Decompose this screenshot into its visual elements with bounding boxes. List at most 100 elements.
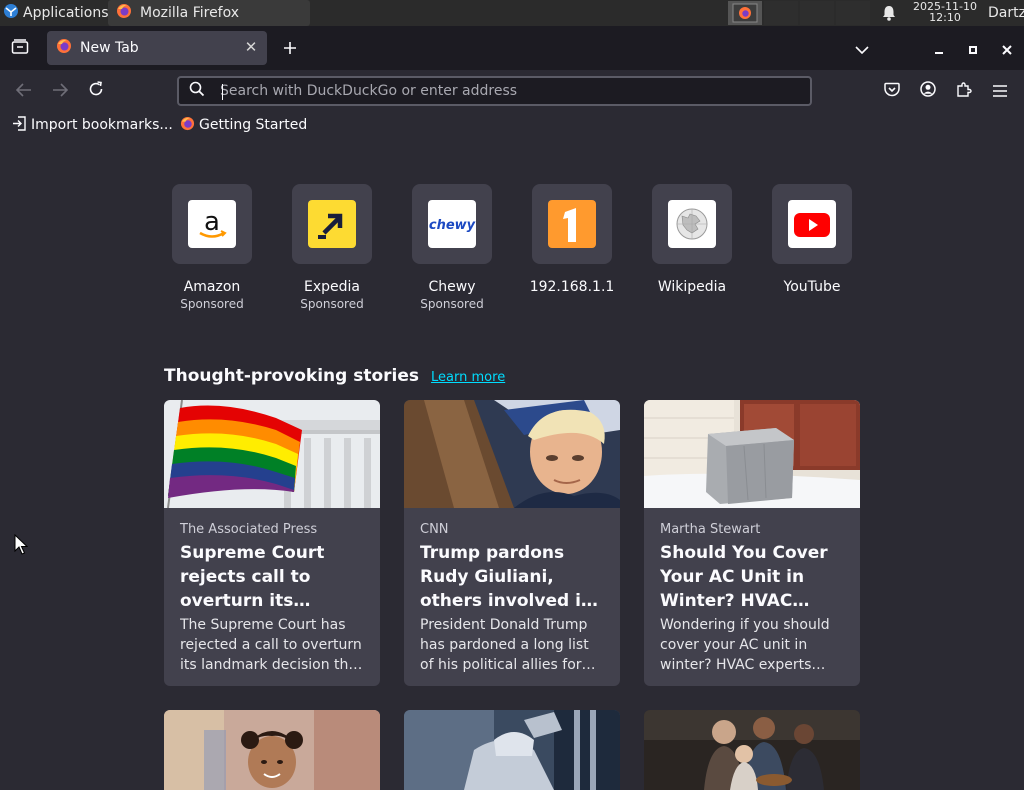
story-card[interactable] xyxy=(644,710,860,790)
hamburger-menu-icon xyxy=(993,82,1007,101)
tile-box xyxy=(652,184,732,264)
arrow-left-icon xyxy=(15,82,32,101)
reload-button[interactable] xyxy=(86,81,106,101)
svg-text:chewy: chewy xyxy=(429,218,476,233)
story-image-people xyxy=(644,710,860,790)
new-tab-button[interactable] xyxy=(280,38,300,58)
close-window-button[interactable] xyxy=(998,40,1016,58)
tab-title: New Tab xyxy=(80,40,139,56)
top-site-wikipedia[interactable]: Wikipedia xyxy=(652,184,732,295)
bookmark-import[interactable]: Import bookmarks... xyxy=(12,115,173,135)
applications-menu[interactable]: Applications xyxy=(0,0,109,26)
firefox-icon xyxy=(116,3,132,23)
reload-icon xyxy=(88,81,104,101)
bookmark-label: Import bookmarks... xyxy=(31,117,173,133)
close-icon xyxy=(1002,40,1012,59)
bookmark-getting-started[interactable]: Getting Started xyxy=(180,115,307,135)
new-tab-page: a Amazon Sponsored Expedia Sponsored che… xyxy=(0,138,1024,790)
extensions-button[interactable] xyxy=(954,81,974,101)
story-card[interactable]: Martha Stewart Should You Cover Your AC … xyxy=(644,400,860,686)
minimize-button[interactable] xyxy=(930,40,948,58)
chevron-down-icon xyxy=(855,39,869,58)
import-icon xyxy=(12,115,27,135)
firefox-icon xyxy=(180,116,195,135)
account-button[interactable] xyxy=(918,81,938,101)
close-tab-icon[interactable]: ✕ xyxy=(243,39,259,55)
bookmark-label: Getting Started xyxy=(199,117,308,133)
clock-time: 12:10 xyxy=(929,11,961,24)
notification-bell-icon[interactable] xyxy=(881,4,897,26)
firefox-view-icon xyxy=(11,39,29,59)
wikipedia-logo-icon xyxy=(668,200,716,248)
list-all-tabs-button[interactable] xyxy=(852,40,872,56)
taskbar-button-firefox[interactable]: Mozilla Firefox xyxy=(108,0,310,26)
top-site-chewy[interactable]: chewy Chewy Sponsored xyxy=(412,184,492,311)
tab-new-tab[interactable]: New Tab ✕ xyxy=(47,31,267,65)
amazon-logo-icon: a xyxy=(188,200,236,248)
story-card[interactable] xyxy=(404,710,620,790)
top-site-expedia[interactable]: Expedia Sponsored xyxy=(292,184,372,311)
system-panel: Applications ⋮ Mozilla Firefox 2025-11-1… xyxy=(0,0,1024,26)
tile-label: Chewy xyxy=(428,279,476,295)
story-description: The Supreme Court has rejected a call to… xyxy=(180,617,363,673)
clock[interactable]: 2025-11-10 12:10 xyxy=(910,1,980,23)
top-site-youtube[interactable]: YouTube xyxy=(772,184,852,295)
story-image-child xyxy=(164,710,380,790)
plus-icon xyxy=(283,36,297,60)
workspace-1[interactable] xyxy=(728,1,762,25)
search-icon xyxy=(189,81,205,101)
workspace-3[interactable] xyxy=(800,1,834,25)
story-description: President Donald Trump has pardoned a lo… xyxy=(420,617,596,673)
workspace-4[interactable] xyxy=(836,1,870,25)
tile-sponsored-label: Sponsored xyxy=(420,297,484,311)
app-menu-button[interactable] xyxy=(990,81,1010,101)
firefox-view-button[interactable] xyxy=(8,38,32,60)
navigation-toolbar xyxy=(0,70,1024,112)
maximize-icon xyxy=(968,40,978,59)
user-menu[interactable]: Dartz xyxy=(988,5,1024,21)
mouse-pointer-icon xyxy=(14,533,29,560)
stories-header: Thought-provoking stories Learn more xyxy=(164,366,505,386)
tile-label: YouTube xyxy=(783,279,841,295)
arrow-right-icon xyxy=(52,82,69,101)
story-image-ac-unit xyxy=(644,400,860,508)
tile-label: Expedia xyxy=(304,279,360,295)
story-source: CNN xyxy=(420,522,449,537)
maximize-button[interactable] xyxy=(964,40,982,58)
pocket-icon xyxy=(884,82,900,101)
stories-heading: Thought-provoking stories xyxy=(164,366,420,386)
bookmarks-toolbar: Import bookmarks... Getting Started xyxy=(0,112,1024,138)
top-site-amazon[interactable]: a Amazon Sponsored xyxy=(172,184,252,311)
url-input[interactable] xyxy=(218,82,810,100)
minimize-icon xyxy=(934,40,944,59)
workspace-2[interactable] xyxy=(764,1,798,25)
tile-label: Wikipedia xyxy=(657,279,727,295)
story-card[interactable]: The Associated Press Supreme Court rejec… xyxy=(164,400,380,686)
tile-label: 192.168.1.1 xyxy=(529,279,615,295)
tile-box xyxy=(292,184,372,264)
text-caret xyxy=(222,84,223,100)
url-bar[interactable] xyxy=(177,76,812,106)
story-card[interactable] xyxy=(164,710,380,790)
forward-button[interactable] xyxy=(50,81,70,101)
top-site-router[interactable]: 192.168.1.1 xyxy=(530,184,614,295)
story-source: The Associated Press xyxy=(180,522,318,537)
applications-label: Applications xyxy=(23,5,109,21)
story-source: Martha Stewart xyxy=(660,522,761,537)
xfce-logo-icon xyxy=(3,3,19,23)
pocket-button[interactable] xyxy=(882,81,902,101)
back-button[interactable] xyxy=(14,81,34,101)
tab-strip: New Tab ✕ xyxy=(0,26,1024,70)
learn-more-link[interactable]: Learn more xyxy=(431,370,505,385)
chewy-logo-icon: chewy xyxy=(428,200,476,248)
tile-label: Amazon xyxy=(183,279,241,295)
tile-sponsored-label: Sponsored xyxy=(300,297,364,311)
story-image-robot xyxy=(404,710,620,790)
puzzle-piece-icon xyxy=(956,81,972,101)
story-title: Supreme Court rejects call to overturn i… xyxy=(180,543,325,611)
expedia-logo-icon xyxy=(308,200,356,248)
story-card[interactable]: CNN Trump pardons Rudy Giuliani, others … xyxy=(404,400,620,686)
tile-sponsored-label: Sponsored xyxy=(180,297,244,311)
story-description: Wondering if you should cover your AC un… xyxy=(660,617,830,673)
tile-box xyxy=(532,184,612,264)
